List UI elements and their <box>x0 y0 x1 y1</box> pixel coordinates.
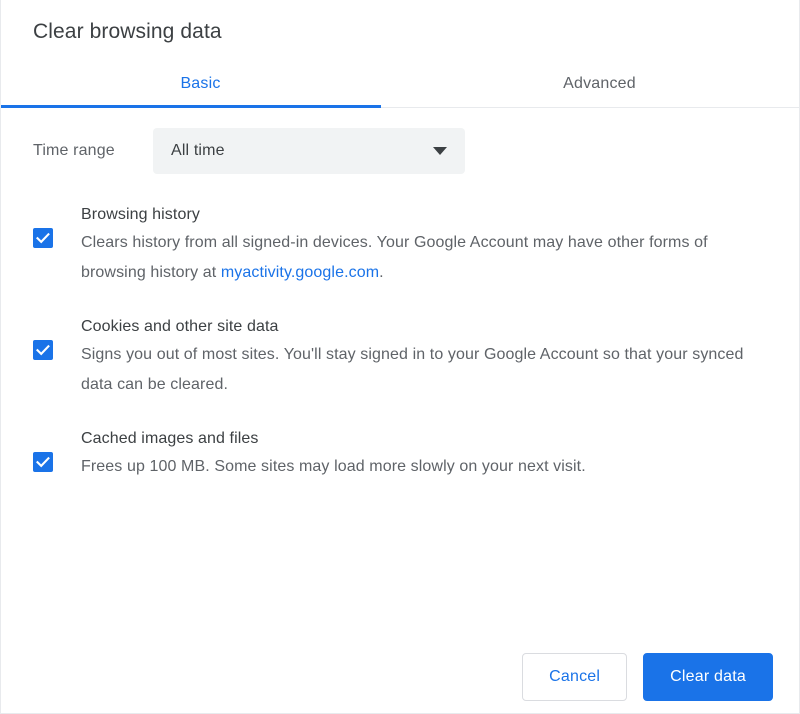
checkmark-icon <box>36 232 50 244</box>
option-cached-images-and-files: Cached images and files Frees up 100 MB.… <box>33 426 767 482</box>
option-cookies-and-site-data: Cookies and other site data Signs you ou… <box>33 314 767 400</box>
option-title[interactable]: Browsing history <box>81 202 767 228</box>
cancel-button[interactable]: Cancel <box>522 653 628 701</box>
option-description-tail: . <box>379 264 384 281</box>
time-range-selected-value: All time <box>171 142 225 159</box>
option-description: Clears history from all signed-in device… <box>81 228 751 288</box>
options-list: Browsing history Clears history from all… <box>33 202 767 482</box>
dialog-footer: Cancel Clear data <box>1 653 799 713</box>
option-description-text: Clears history from all signed-in device… <box>81 234 708 281</box>
tab-advanced-label: Advanced <box>563 75 636 92</box>
tab-bar: Basic Advanced <box>1 60 799 108</box>
checkbox-cached-images-and-files[interactable] <box>33 452 53 472</box>
option-text: Cookies and other site data Signs you ou… <box>81 314 767 400</box>
option-text: Browsing history Clears history from all… <box>81 202 767 288</box>
checkmark-icon <box>36 456 50 468</box>
option-title[interactable]: Cached images and files <box>81 426 767 452</box>
tab-advanced[interactable]: Advanced <box>400 60 799 108</box>
page-title: Clear browsing data <box>33 20 222 43</box>
clear-browsing-data-dialog: Clear browsing data Basic Advanced Time … <box>0 0 800 714</box>
time-range-select[interactable]: All time <box>153 128 465 174</box>
myactivity-link[interactable]: myactivity.google.com <box>221 264 379 281</box>
chevron-down-icon <box>433 147 447 155</box>
dialog-body: Time range All time Browsing history Cle… <box>1 108 799 653</box>
checkmark-icon <box>36 344 50 356</box>
clear-data-button[interactable]: Clear data <box>643 653 773 701</box>
checkbox-browsing-history[interactable] <box>33 228 53 248</box>
option-text: Cached images and files Frees up 100 MB.… <box>81 426 767 482</box>
checkbox-cookies-and-site-data[interactable] <box>33 340 53 360</box>
tab-basic[interactable]: Basic <box>1 60 400 108</box>
option-title[interactable]: Cookies and other site data <box>81 314 767 340</box>
time-range-row: Time range All time <box>33 128 767 174</box>
option-description: Signs you out of most sites. You'll stay… <box>81 346 744 393</box>
time-range-label: Time range <box>33 142 115 159</box>
option-description: Frees up 100 MB. Some sites may load mor… <box>81 458 586 475</box>
tab-basic-label: Basic <box>180 75 221 92</box>
option-browsing-history: Browsing history Clears history from all… <box>33 202 767 288</box>
